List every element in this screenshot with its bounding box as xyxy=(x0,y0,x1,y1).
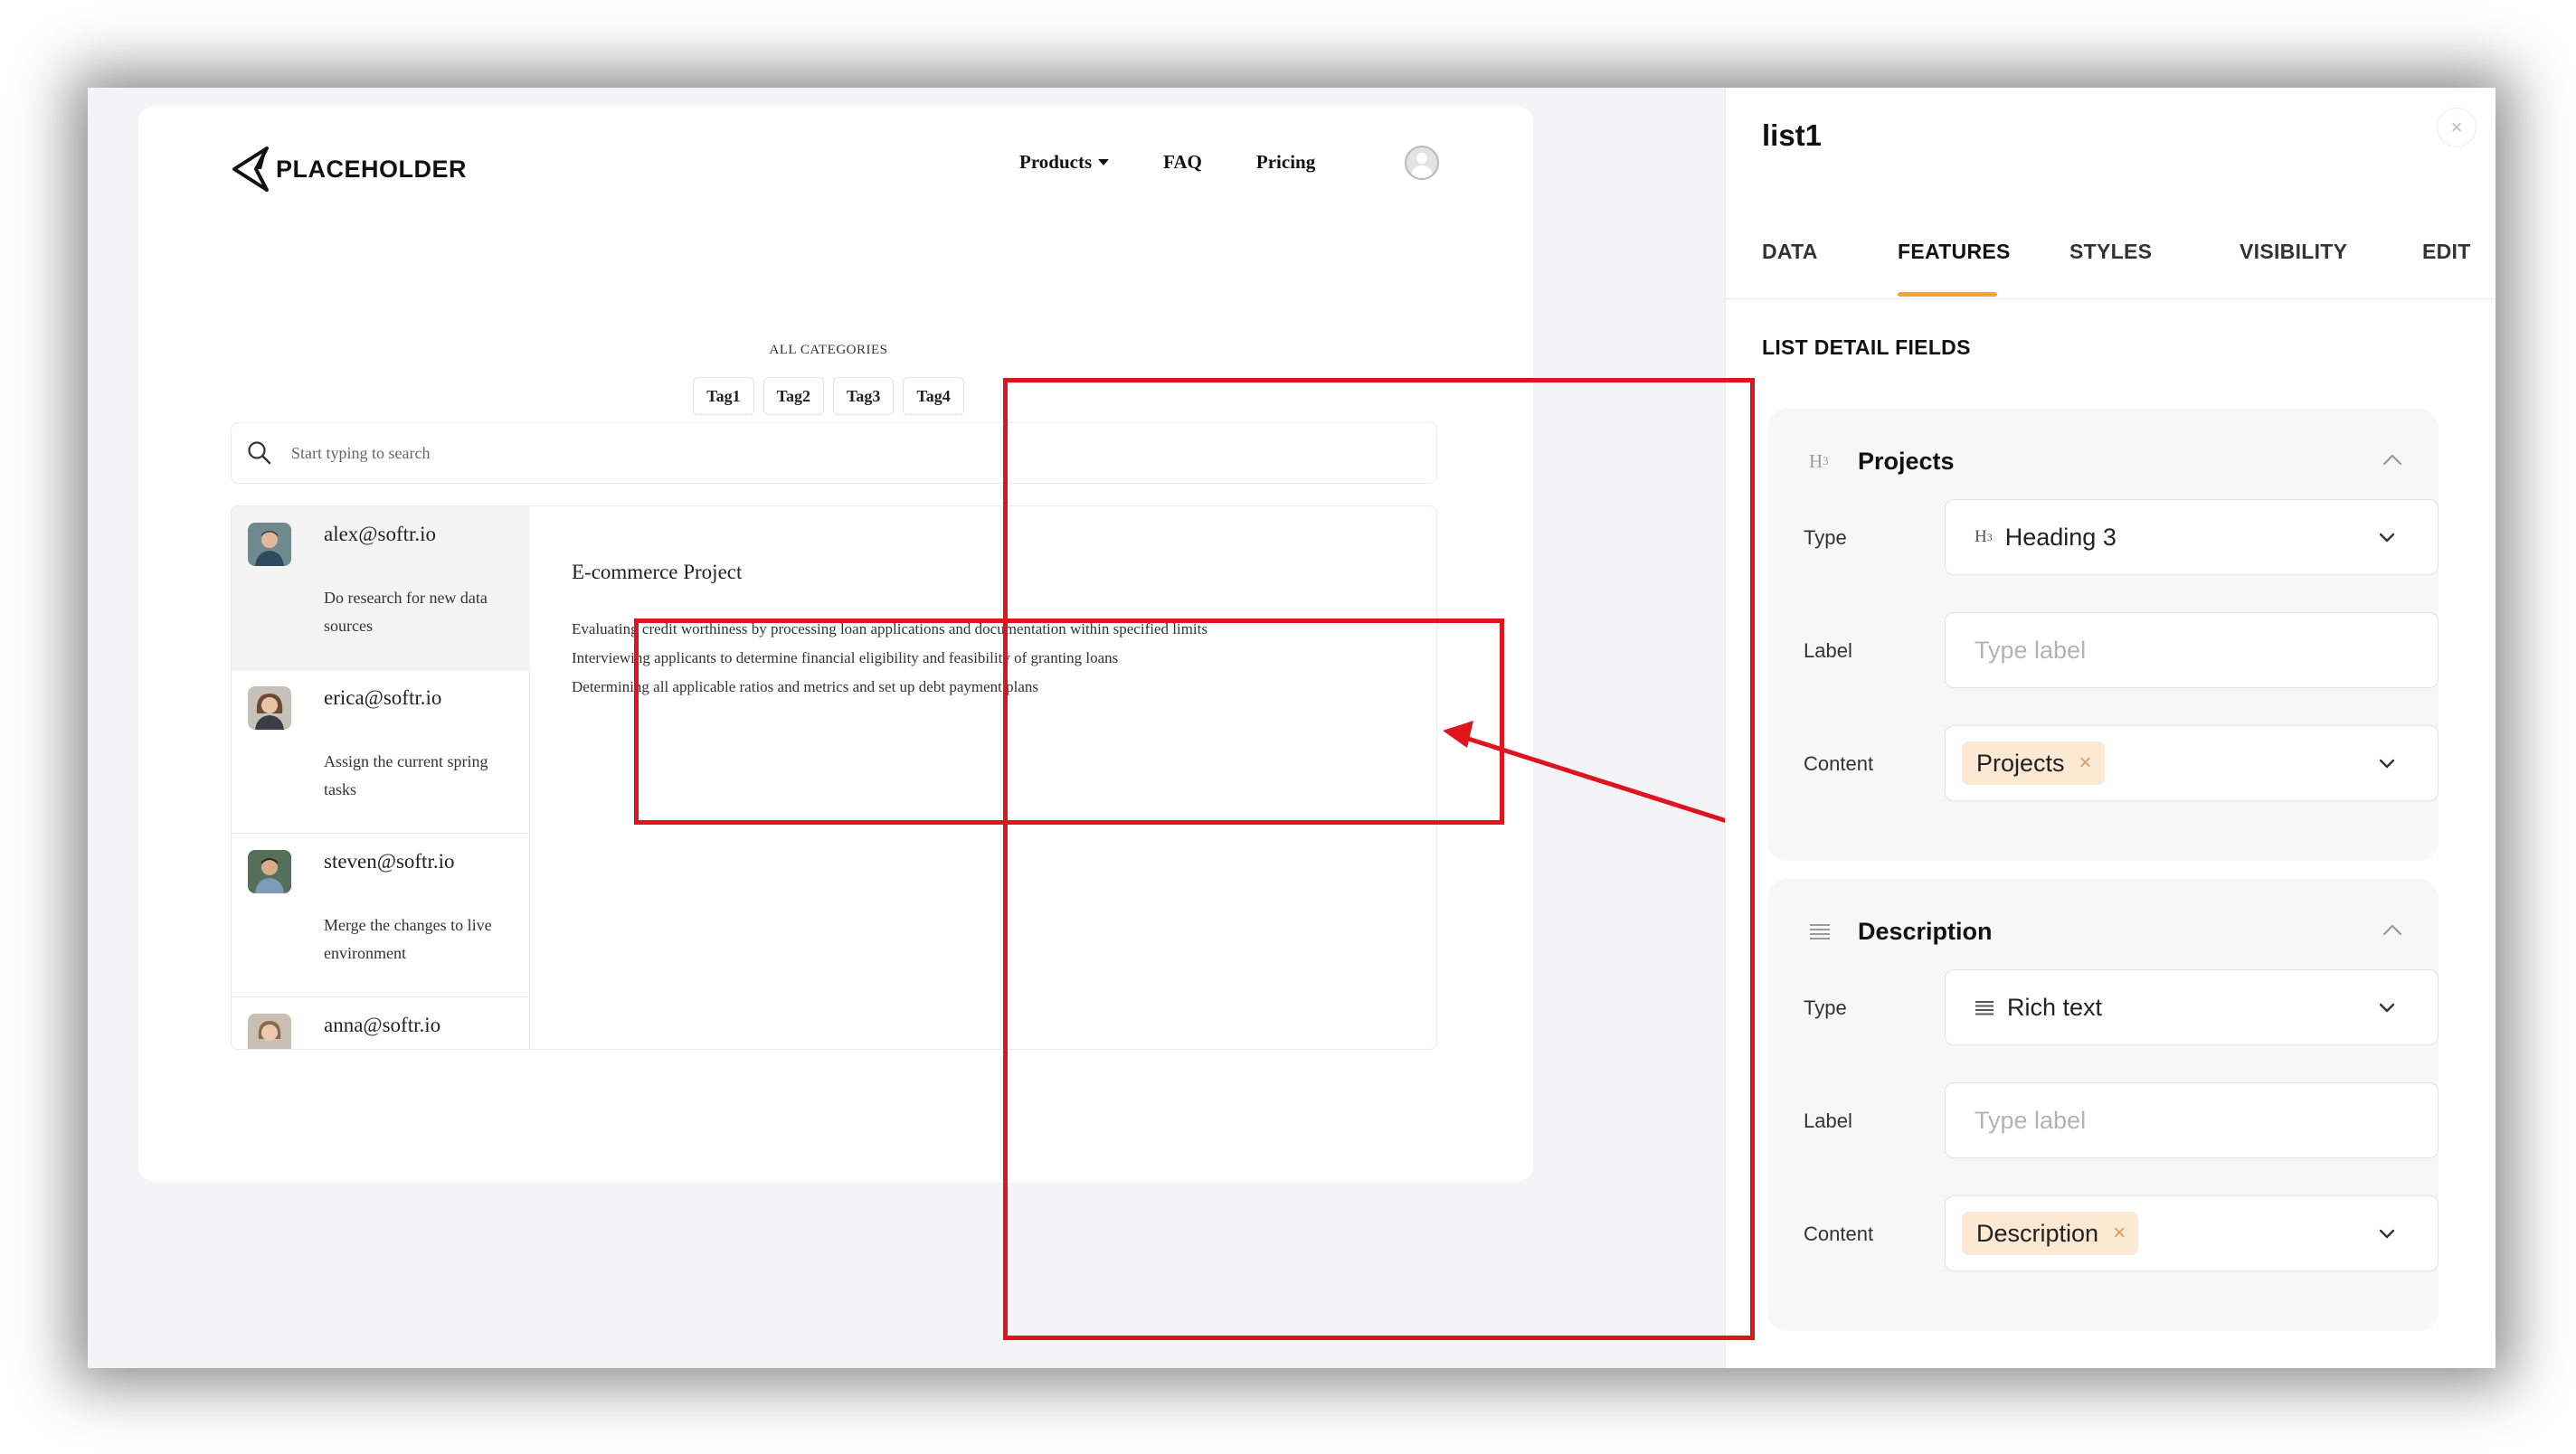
label-placeholder: Type label xyxy=(1975,636,2087,664)
rich-text-icon xyxy=(1975,999,1994,1015)
heading-3-icon: H3 xyxy=(1975,527,1993,546)
list-item[interactable]: steven@softr.io Merge the changes to liv… xyxy=(232,834,530,997)
content-chip: Projects × xyxy=(1962,741,2105,785)
chevron-down-icon xyxy=(2379,533,2395,543)
avatar xyxy=(248,850,291,893)
tab-edit[interactable]: EDIT xyxy=(2422,240,2471,264)
nav-pricing-label: Pricing xyxy=(1255,151,1316,173)
content-label: Content xyxy=(1804,1223,1874,1245)
content-chip: Description × xyxy=(1962,1212,2139,1255)
list-item[interactable]: erica@softr.io Assign the current spring… xyxy=(232,670,530,834)
app-window: PLACEHOLDER Products FAQ Pricing ALL CAT… xyxy=(88,88,2496,1368)
settings-panel: list1 × DATA FEATURES STYLES VISIBILITY … xyxy=(1725,88,2496,1368)
nav-products-label: Products xyxy=(1019,151,1093,173)
chevron-up-icon[interactable] xyxy=(2381,448,2404,472)
content-chip-label: Description xyxy=(1976,1219,2099,1247)
label-input[interactable]: Type label xyxy=(1945,612,2439,688)
remove-chip-icon[interactable]: × xyxy=(2079,751,2092,776)
list-item-email: erica@softr.io xyxy=(324,686,442,709)
type-label: Type xyxy=(1804,526,1847,549)
list-item-desc: Merge the changes to live environment xyxy=(324,916,492,962)
nav-pricing[interactable]: Pricing xyxy=(1256,151,1315,174)
close-icon: × xyxy=(2450,116,2463,138)
avatar xyxy=(248,523,291,566)
list-item[interactable]: alex@softr.io Do research for new data s… xyxy=(232,506,530,670)
paper-plane-logo-icon xyxy=(232,146,269,192)
user-avatar-icon[interactable] xyxy=(1405,146,1439,180)
tag-1[interactable]: Tag1 xyxy=(693,377,754,415)
content-label: Content xyxy=(1804,752,1874,775)
label-placeholder: Type label xyxy=(1975,1106,2087,1134)
top-nav: Products FAQ Pricing xyxy=(1019,151,1369,174)
field-header[interactable]: H3 Projects xyxy=(1809,443,1955,479)
nav-faq[interactable]: FAQ xyxy=(1163,151,1202,174)
list-item-email: alex@softr.io xyxy=(324,523,437,545)
content-select[interactable]: Description × xyxy=(1945,1195,2439,1271)
avatar xyxy=(248,1014,291,1049)
field-header[interactable]: Description xyxy=(1809,913,1993,949)
close-button[interactable]: × xyxy=(2437,108,2477,147)
panel-tabs: DATA FEATURES STYLES VISIBILITY EDIT xyxy=(1726,240,2496,299)
field-name: Projects xyxy=(1858,447,1955,475)
type-value: Heading 3 xyxy=(2004,523,2117,551)
list-item-desc: Do research for new data sources xyxy=(324,589,488,635)
label-label: Label xyxy=(1804,1109,1852,1132)
heading-3-icon: H3 xyxy=(1809,449,1829,472)
panel-title: list1 xyxy=(1762,118,1823,152)
nav-products[interactable]: Products xyxy=(1019,151,1110,174)
type-select[interactable]: H3 Heading 3 xyxy=(1945,499,2439,575)
rich-text-icon xyxy=(1809,921,1836,942)
list-item-email: anna@softr.io xyxy=(324,1014,441,1036)
list-column: alex@softr.io Do research for new data s… xyxy=(232,506,530,1049)
categories-label: ALL CATEGORIES xyxy=(769,343,888,357)
caret-down-icon xyxy=(1098,159,1110,165)
remove-chip-icon[interactable]: × xyxy=(2113,1221,2126,1246)
list-item-desc: Assign the current spring tasks xyxy=(324,752,488,798)
content-select[interactable]: Projects × xyxy=(1945,725,2439,801)
highlight-box-fields xyxy=(1003,378,1755,1340)
tag-2[interactable]: Tag2 xyxy=(762,377,824,415)
type-value: Rich text xyxy=(2007,993,2103,1021)
logo-text: PLACEHOLDER xyxy=(276,155,468,183)
field-card-projects: H3 Projects Type H3 Heading 3 Label Type… xyxy=(1767,409,2439,861)
nav-faq-label: FAQ xyxy=(1163,151,1202,173)
chevron-down-icon xyxy=(2379,759,2395,769)
avatar xyxy=(248,686,291,730)
chevron-down-icon xyxy=(2379,1229,2395,1239)
tab-visibility[interactable]: VISIBILITY xyxy=(2240,240,2347,264)
chevron-up-icon[interactable] xyxy=(2381,919,2404,942)
label-input[interactable]: Type label xyxy=(1945,1082,2439,1158)
list-item[interactable]: anna@softr.io xyxy=(232,997,530,1049)
tab-styles[interactable]: STYLES xyxy=(2069,240,2152,264)
type-label: Type xyxy=(1804,996,1847,1019)
content-chip-label: Projects xyxy=(1976,749,2065,777)
type-select[interactable]: Rich text xyxy=(1945,969,2439,1045)
tag-3[interactable]: Tag3 xyxy=(833,377,895,415)
field-name: Description xyxy=(1858,917,1993,945)
tab-data[interactable]: DATA xyxy=(1762,240,1818,264)
tag-4[interactable]: Tag4 xyxy=(903,377,964,415)
brand-logo[interactable]: PLACEHOLDER xyxy=(231,144,467,194)
chevron-down-icon xyxy=(2379,1003,2395,1013)
list-item-email: steven@softr.io xyxy=(324,850,455,873)
tab-features[interactable]: FEATURES xyxy=(1898,240,2011,264)
field-card-description: Description Type Rich text Label Type la… xyxy=(1767,879,2439,1331)
detail-title: E-commerce Project xyxy=(572,561,743,583)
section-heading: LIST DETAIL FIELDS xyxy=(1762,335,1971,359)
search-placeholder: Start typing to search xyxy=(291,443,431,462)
active-tab-indicator xyxy=(1898,292,1997,297)
search-icon xyxy=(248,441,271,465)
label-label: Label xyxy=(1804,639,1852,662)
